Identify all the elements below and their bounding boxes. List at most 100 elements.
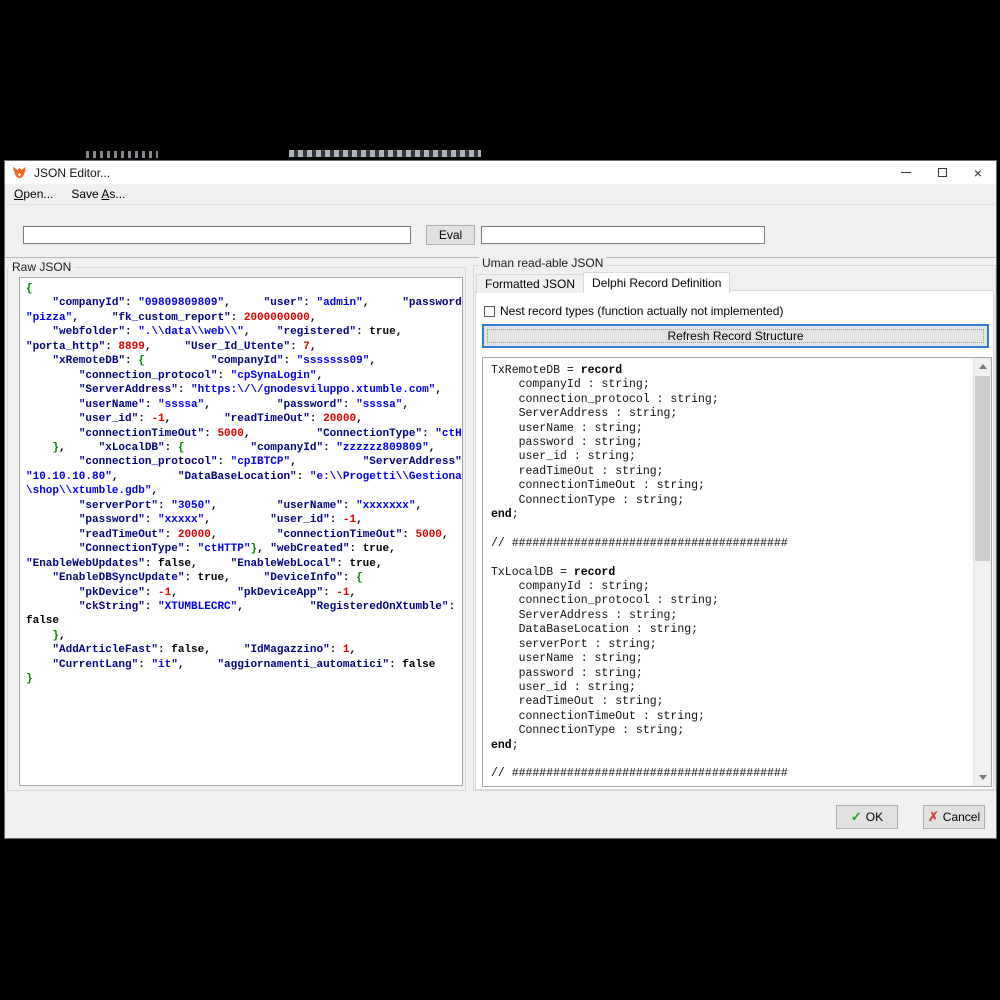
record-line: userName : string;: [491, 652, 974, 666]
background-window-sliver: [289, 150, 481, 157]
record-line: TxRemoteDB = record: [491, 364, 974, 378]
json-line: "10.10.10.80", "DataBaseLocation": "e:\\…: [26, 470, 462, 484]
record-line: password : string;: [491, 667, 974, 681]
json-line: "pkDevice": -1, "pkDeviceApp": -1,: [26, 586, 462, 600]
record-line: ServerAddress : string;: [491, 609, 974, 623]
eval-button[interactable]: Eval: [426, 225, 475, 245]
chevron-down-icon: [979, 775, 987, 780]
menubar: Open...Save As...: [5, 184, 996, 205]
nest-record-checkbox[interactable]: [484, 306, 495, 317]
close-icon: ×: [974, 166, 982, 180]
record-line: userName : string;: [491, 422, 974, 436]
record-line: // #####################################…: [491, 767, 974, 781]
record-line: serverPort : string;: [491, 638, 974, 652]
minimize-icon: [901, 172, 911, 173]
json-line: "userName": "ssssa", "password": "ssssa"…: [26, 398, 462, 412]
record-line: connectionTimeOut : string;: [491, 710, 974, 724]
maximize-button[interactable]: [924, 161, 960, 184]
record-line: connectionTimeOut : string;: [491, 479, 974, 493]
record-line: [491, 522, 974, 536]
title-bar: JSON Editor... ×: [5, 161, 996, 184]
json-line: "readTimeOut": 20000, "connectionTimeOut…: [26, 528, 462, 542]
nest-record-checkbox-label: Nest record types (function actually not…: [500, 304, 783, 318]
maximize-icon: [938, 168, 947, 177]
background-window-sliver: [86, 151, 158, 158]
cancel-button[interactable]: ✗ Cancel: [923, 805, 985, 829]
record-line: [491, 551, 974, 565]
record-line: companyId : string;: [491, 580, 974, 594]
json-line: "webfolder": ".\\data\\web\\", "register…: [26, 325, 462, 339]
record-line: readTimeOut : string;: [491, 465, 974, 479]
cross-icon: ✗: [928, 809, 939, 825]
json-line: "serverPort": "3050", "userName": "xxxxx…: [26, 499, 462, 513]
json-line: "CurrentLang": "it", "aggiornamenti_auto…: [26, 658, 462, 672]
json-line: "connection_protocol": "cpIBTCP", "Serve…: [26, 455, 462, 469]
raw-json-memo[interactable]: { "companyId": "09809809809", "user": "a…: [19, 277, 463, 786]
record-line: connection_protocol : string;: [491, 393, 974, 407]
record-line: ServerAddress : string;: [491, 407, 974, 421]
record-line: user_id : string;: [491, 450, 974, 464]
json-line: "ConnectionType": "ctHTTP"}, "webCreated…: [26, 542, 462, 556]
window-title: JSON Editor...: [34, 166, 110, 180]
scroll-thumb[interactable]: [975, 376, 990, 561]
close-button[interactable]: ×: [960, 161, 996, 184]
record-line: user_id : string;: [491, 681, 974, 695]
eval-left-input[interactable]: [23, 226, 411, 244]
json-line: },: [26, 629, 462, 643]
cancel-button-label: Cancel: [943, 810, 980, 824]
ok-button[interactable]: ✓ OK: [836, 805, 898, 829]
json-line: "pizza", "fk_custom_report": 2000000000,: [26, 311, 462, 325]
toolbar: Eval: [5, 205, 996, 258]
record-definition-memo[interactable]: TxRemoteDB = record companyId : string; …: [482, 357, 992, 787]
nest-record-checkbox-row: Nest record types (function actually not…: [484, 304, 783, 318]
json-line: "AddArticleFast": false, "IdMagazzino": …: [26, 643, 462, 657]
record-line: readTimeOut : string;: [491, 695, 974, 709]
tab-formatted-json[interactable]: Formatted JSON: [476, 274, 584, 293]
check-icon: ✓: [851, 809, 862, 825]
app-icon: [12, 165, 27, 180]
memo-scrollbar[interactable]: [973, 358, 991, 786]
json-line: "EnableDBSyncUpdate": true, "DeviceInfo"…: [26, 571, 462, 585]
scroll-down-button[interactable]: [974, 769, 991, 786]
menu-item-save-as[interactable]: Save As...: [62, 185, 134, 203]
json-line: {: [26, 282, 462, 296]
record-line: TxLocalDB = record: [491, 566, 974, 580]
record-line: connection_protocol : string;: [491, 594, 974, 608]
minimize-button[interactable]: [888, 161, 924, 184]
eval-right-input[interactable]: [481, 226, 765, 244]
record-line: ConnectionType : string;: [491, 494, 974, 508]
menu-item-open[interactable]: Open...: [5, 185, 62, 203]
record-line: end;: [491, 739, 974, 753]
tab-bar: Formatted JSONDelphi Record Definition: [476, 272, 729, 293]
scroll-up-button[interactable]: [974, 358, 991, 375]
json-line: "xRemoteDB": { "companyId": "sssssss09",: [26, 354, 462, 368]
chevron-up-icon: [979, 364, 987, 369]
json-line: "ServerAddress": "https:\/\/gnodesvilupp…: [26, 383, 462, 397]
json-line: "companyId": "09809809809", "user": "adm…: [26, 296, 462, 310]
record-line: password : string;: [491, 436, 974, 450]
record-line: end;: [491, 508, 974, 522]
json-line: false: [26, 614, 462, 628]
record-line: ConnectionType : string;: [491, 724, 974, 738]
json-line: \shop\\xtumble.gdb",: [26, 484, 462, 498]
json-line: }, "xLocalDB": { "companyId": "zzzzzz809…: [26, 441, 462, 455]
json-editor-window: JSON Editor... × Open...Save As... Eval …: [4, 160, 997, 839]
ok-button-label: OK: [866, 810, 883, 824]
record-line: [491, 753, 974, 767]
json-line: "porta_http": 8899, "User_Id_Utente": 7,: [26, 340, 462, 354]
record-line: companyId : string;: [491, 378, 974, 392]
json-line: "password": "xxxxx", "user_id": -1,: [26, 513, 462, 527]
record-line: // #####################################…: [491, 537, 974, 551]
json-line: "connectionTimeOut": 5000, "ConnectionTy…: [26, 427, 462, 441]
json-line: "user_id": -1, "readTimeOut": 20000,: [26, 412, 462, 426]
raw-json-group-label: Raw JSON: [9, 260, 74, 274]
record-definition-memo-content: TxRemoteDB = record companyId : string; …: [483, 358, 974, 786]
json-line: "EnableWebUpdates": false, "EnableWebLoc…: [26, 557, 462, 571]
tab-delphi-record-definition[interactable]: Delphi Record Definition: [583, 272, 730, 293]
refresh-record-structure-button[interactable]: Refresh Record Structure: [482, 324, 989, 348]
json-line: }: [26, 672, 462, 686]
json-line: "ckString": "XTUMBLECRC", "RegisteredOnX…: [26, 600, 462, 614]
json-line: "connection_protocol": "cpSynaLogin",: [26, 369, 462, 383]
readable-group-label: Uman read-able JSON: [479, 256, 606, 270]
record-line: DataBaseLocation : string;: [491, 623, 974, 637]
